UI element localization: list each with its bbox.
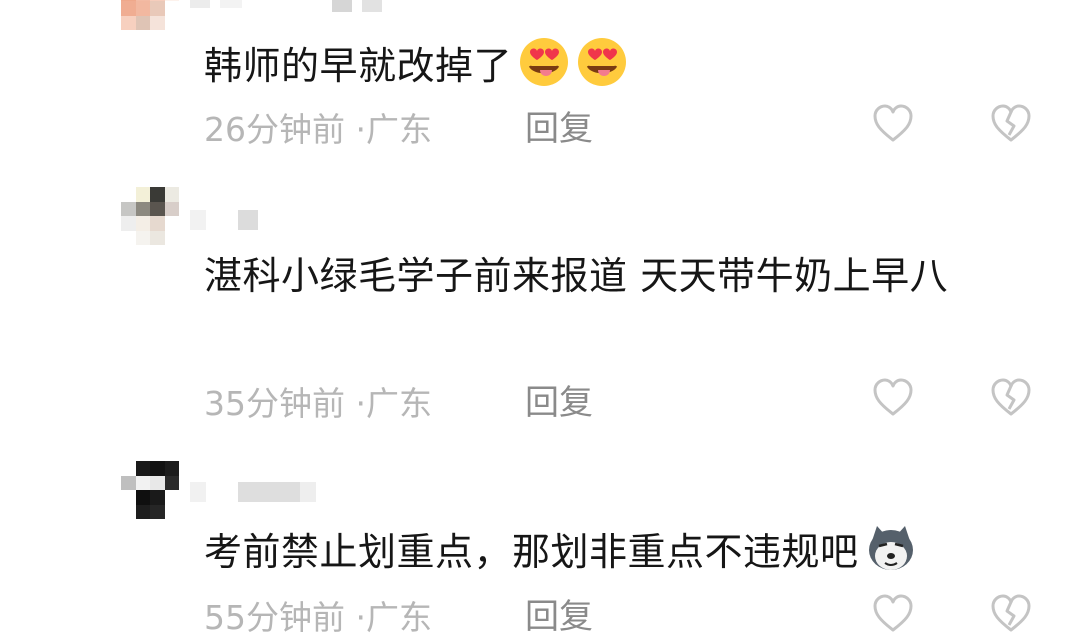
husky-dog-emoji (868, 526, 913, 570)
heart-outline-icon[interactable] (872, 378, 914, 418)
username-blurred[interactable] (190, 210, 216, 230)
comment-text-content: 湛科小绿毛学子前来报道 天天带牛奶上早八 (204, 254, 949, 298)
comment-time: 26分钟前 (204, 110, 345, 149)
comment-time: 55分钟前 (204, 598, 345, 637)
username-blurred-2 (238, 482, 326, 502)
user-avatar[interactable] (121, 461, 179, 519)
reply-button[interactable]: 回复 (525, 381, 593, 425)
comment-text-content: 考前禁止划重点，那划非重点不违规吧 (204, 530, 859, 574)
username-blurred-2 (332, 0, 392, 20)
meta-separator: · (355, 598, 367, 637)
user-avatar[interactable] (121, 0, 179, 30)
broken-heart-icon[interactable] (990, 594, 1032, 634)
reply-button[interactable]: 回复 (525, 107, 593, 151)
comment-meta: 35分钟前 ·广东 (204, 382, 432, 426)
comment-time: 35分钟前 (204, 384, 345, 423)
heart-outline-icon[interactable] (872, 594, 914, 634)
comment-meta: 55分钟前 ·广东 (204, 596, 432, 640)
comment-text: 湛科小绿毛学子前来报道 天天带牛奶上早八 (204, 250, 1024, 302)
comment-meta: 26分钟前 ·广东 (204, 108, 432, 152)
username-blurred[interactable] (190, 482, 216, 502)
meta-separator: · (355, 384, 367, 423)
comment-text: 韩师的早就改掉了 (204, 36, 1024, 92)
comment-location: 广东 (366, 110, 432, 149)
comment-location: 广东 (366, 598, 432, 637)
username-blurred[interactable] (190, 0, 252, 20)
broken-heart-icon[interactable] (990, 378, 1032, 418)
heart-outline-icon[interactable] (872, 104, 914, 144)
broken-heart-icon[interactable] (990, 104, 1032, 144)
meta-separator: · (355, 110, 367, 149)
comment-text-content: 韩师的早就改掉了 (204, 44, 513, 88)
reply-button[interactable]: 回复 (525, 595, 593, 639)
heart-eyes-tongue-emoji (520, 38, 569, 86)
comment-text: 考前禁止划重点，那划非重点不违规吧 (204, 522, 1024, 578)
username-blurred-2 (238, 210, 268, 230)
heart-eyes-tongue-emoji (578, 38, 627, 86)
comment-location: 广东 (366, 384, 432, 423)
user-avatar[interactable] (121, 187, 179, 245)
